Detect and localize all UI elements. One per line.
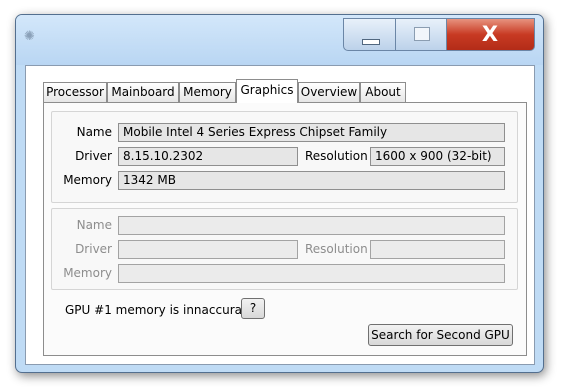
gpu2-memory-field [118, 264, 505, 283]
gpu2-resolution-field [370, 240, 505, 259]
gpu1-name-label: Name [76, 125, 112, 139]
tab-about[interactable]: About [360, 82, 406, 102]
gpu1-resolution-field[interactable]: 1600 x 900 (32-bit) [370, 147, 505, 166]
gpu2-memory-label: Memory [63, 266, 112, 280]
gpu1-driver-field[interactable]: 8.15.10.2302 [118, 147, 298, 166]
gpu2-driver-label: Driver [75, 242, 112, 256]
close-icon: X [481, 22, 499, 46]
maximize-button[interactable] [396, 18, 447, 51]
memory-warning-text: GPU #1 memory is innaccurate. [65, 303, 258, 317]
search-second-gpu-button[interactable]: Search for Second GPU [368, 324, 513, 346]
gpu2-resolution-label: Resolution [305, 242, 368, 256]
gpu2-name-label: Name [76, 218, 112, 232]
minimize-button[interactable] [343, 18, 396, 51]
gpu1-name-field[interactable]: Mobile Intel 4 Series Express Chipset Fa… [118, 123, 505, 142]
gpu1-memory-label: Memory [63, 173, 112, 187]
tab-memory[interactable]: Memory [179, 82, 236, 102]
tab-mainboard[interactable]: Mainboard [107, 82, 179, 102]
close-button[interactable]: X [447, 18, 535, 51]
gpu2-driver-field [118, 240, 298, 259]
app-icon[interactable]: ✺ [24, 29, 40, 45]
gpu1-memory-field[interactable]: 1342 MB [118, 171, 505, 190]
gpu2-group: Name Driver Resolution Memory [51, 208, 518, 290]
tab-graphics[interactable]: Graphics [236, 79, 298, 103]
graphics-panel: Name Mobile Intel 4 Series Express Chips… [43, 102, 527, 356]
help-button[interactable]: ? [241, 298, 265, 319]
maximize-icon [414, 27, 430, 41]
gpu1-resolution-label: Resolution [305, 149, 368, 163]
tab-processor[interactable]: Processor [43, 82, 107, 102]
app-window: ✺ X Processor Mainboard Memory Graphics … [15, 14, 544, 373]
client-area: Processor Mainboard Memory Graphics Over… [25, 65, 535, 365]
title-bar[interactable]: ✺ X [16, 15, 543, 65]
gpu1-group: Name Mobile Intel 4 Series Express Chips… [51, 111, 518, 203]
tab-overview[interactable]: Overview [298, 82, 360, 102]
minimize-icon [362, 39, 380, 45]
gpu2-name-field [118, 216, 505, 235]
gpu1-driver-label: Driver [75, 149, 112, 163]
